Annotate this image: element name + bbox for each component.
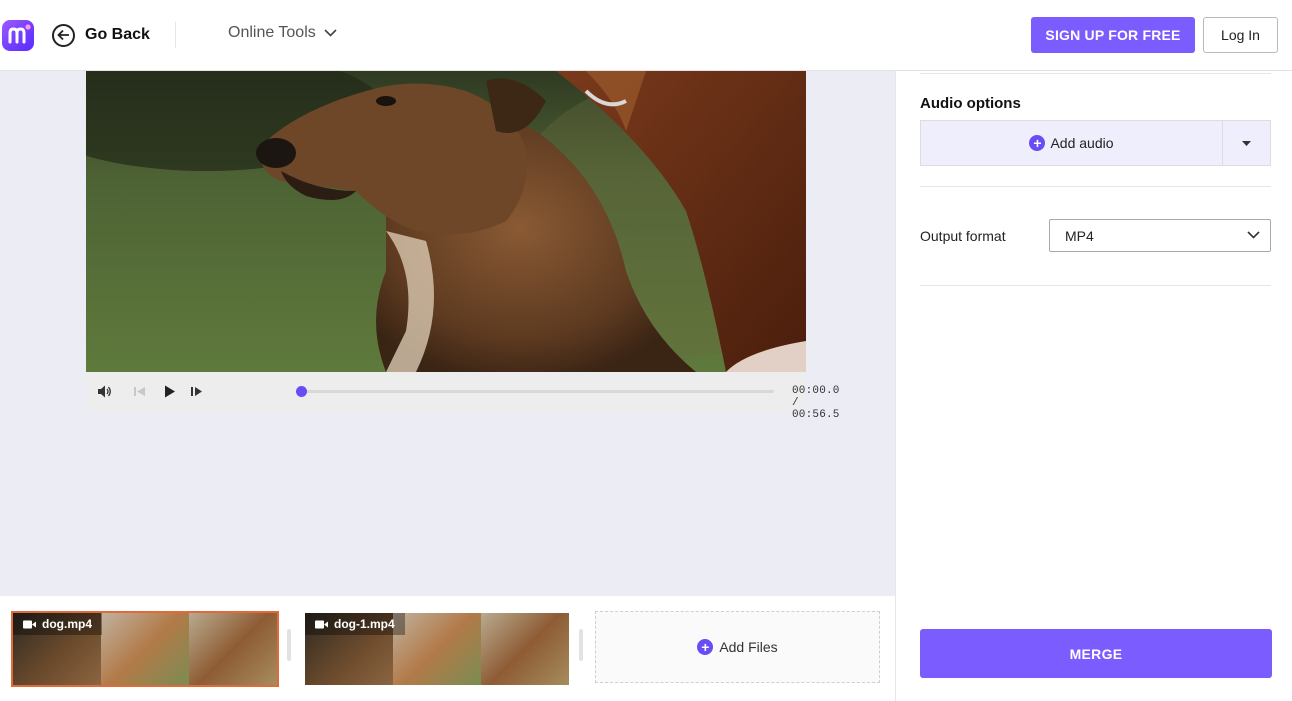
- add-audio-label: Add audio: [1050, 135, 1114, 151]
- clip-label: dog-1.mp4: [305, 613, 405, 635]
- add-files-button[interactable]: + Add Files: [595, 611, 880, 683]
- progress-track[interactable]: [302, 390, 774, 393]
- plus-circle-icon: +: [697, 639, 714, 655]
- divider: [920, 73, 1271, 74]
- total-time: 00:56.5: [792, 409, 840, 421]
- clip-label: dog.mp4: [13, 613, 102, 635]
- clip-name: dog-1.mp4: [334, 617, 395, 631]
- plus-circle-icon: +: [1029, 135, 1046, 151]
- clip-thumbnail: [101, 613, 189, 685]
- clip-drag-handle[interactable]: [579, 629, 583, 661]
- add-files-label: Add Files: [719, 639, 778, 655]
- online-tools-label: Online Tools: [228, 24, 316, 41]
- go-back-label: Go Back: [85, 26, 150, 43]
- audio-options-dropdown[interactable]: [1222, 120, 1271, 166]
- video-camera-icon: [23, 620, 36, 628]
- output-format-select[interactable]: MP4: [1049, 219, 1271, 252]
- clip-thumbnail: [393, 613, 481, 685]
- output-format-label: Output format: [920, 228, 1006, 244]
- chevron-down-icon: [1247, 231, 1260, 239]
- video-preview[interactable]: [86, 71, 806, 372]
- clip-strip: dog.mp4 dog-1.mp4 + Add Files: [0, 596, 895, 701]
- video-camera-icon: [315, 620, 328, 628]
- online-tools-menu[interactable]: Online Tools: [228, 24, 337, 42]
- audio-options-title: Audio options: [920, 95, 1021, 112]
- chevron-down-icon: [324, 29, 337, 37]
- progress-thumb[interactable]: [296, 386, 307, 397]
- output-format-value: MP4: [1065, 227, 1094, 244]
- clip-item[interactable]: dog-1.mp4: [305, 613, 569, 685]
- add-audio-button[interactable]: + Add audio: [920, 120, 1222, 166]
- clip-thumbnail: [189, 613, 277, 685]
- settings-panel: Audio options + Add audio Output format …: [895, 71, 1292, 701]
- current-time: 00:00.0: [792, 385, 840, 397]
- merge-button[interactable]: MERGE: [920, 629, 1272, 678]
- go-back-button[interactable]: Go Back: [52, 22, 150, 48]
- clip-drag-handle[interactable]: [287, 629, 291, 661]
- header-divider: [175, 22, 176, 48]
- skip-forward-icon[interactable]: [190, 384, 204, 399]
- clip-thumbnail: [481, 613, 569, 685]
- divider: [920, 285, 1271, 286]
- preview-workspace: 00:00.0 / 00:56.5: [0, 71, 895, 596]
- video-controls: 00:00.0 / 00:56.5: [86, 372, 839, 421]
- divider: [920, 186, 1271, 187]
- sign-up-button[interactable]: SIGN UP FOR FREE: [1031, 17, 1195, 53]
- volume-icon[interactable]: [97, 384, 112, 399]
- logo-icon[interactable]: [2, 20, 34, 51]
- skip-back-icon[interactable]: [133, 384, 147, 399]
- log-in-button[interactable]: Log In: [1203, 17, 1278, 53]
- back-arrow-icon: [52, 23, 75, 47]
- time-separator: /: [792, 397, 799, 409]
- clip-name: dog.mp4: [42, 617, 92, 631]
- clip-item[interactable]: dog.mp4: [11, 611, 279, 687]
- play-icon[interactable]: [163, 384, 177, 399]
- time-readout: 00:00.0 / 00:56.5: [792, 385, 840, 421]
- top-header: Go Back Online Tools SIGN UP FOR FREE Lo…: [0, 0, 1292, 71]
- caret-down-icon: [1242, 140, 1251, 146]
